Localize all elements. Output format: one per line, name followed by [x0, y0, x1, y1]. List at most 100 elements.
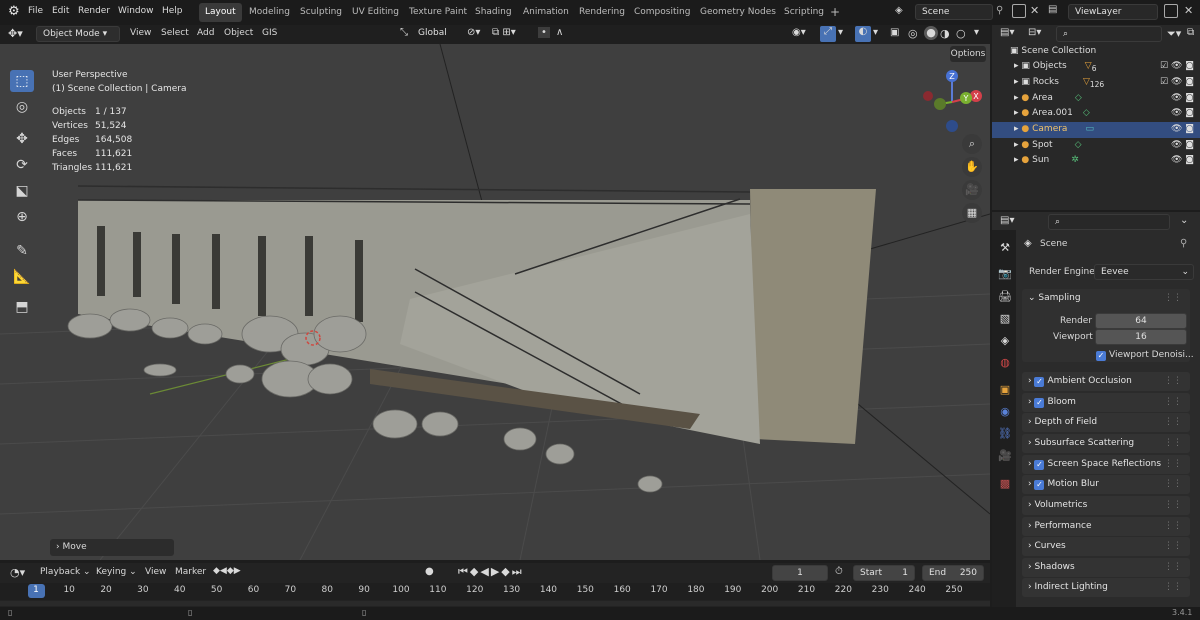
pin-icon[interactable]: ⚲	[996, 5, 1003, 16]
transform-tool[interactable]: ⊕	[10, 206, 34, 228]
sampling-title[interactable]: Sampling	[1038, 293, 1080, 303]
menu-marker[interactable]: Marker	[175, 567, 206, 577]
panel-shadows[interactable]: › Shadows ⋮⋮	[1022, 558, 1190, 577]
panel-bloom[interactable]: › ✓ Bloom ⋮⋮	[1022, 393, 1190, 412]
tab-geometry-nodes[interactable]: Geometry Nodes	[694, 3, 782, 22]
solid-shading-icon[interactable]: ●	[924, 26, 938, 40]
tab-sculpting[interactable]: Sculpting	[294, 3, 348, 22]
view-layer-selector[interactable]: ViewLayer	[1068, 4, 1158, 20]
outliner-row-rocks[interactable]: ▸ ▣ Rocks ▽126 ☑ 👁 ◙	[992, 75, 1200, 91]
new-view-layer-icon[interactable]	[1164, 4, 1178, 18]
viewport-samples-field[interactable]: 16	[1095, 329, 1187, 345]
panel-subsurface-scattering[interactable]: › Subsurface Scattering ⋮⋮	[1022, 434, 1190, 453]
scene-tab-icon[interactable]: ◈	[998, 334, 1012, 348]
texture-tab-icon[interactable]: ▩	[998, 477, 1012, 491]
panel-depth-of-field[interactable]: › Depth of Field ⋮⋮	[1022, 413, 1190, 432]
menu-window[interactable]: Window	[118, 6, 154, 16]
annotate-tool[interactable]: ✎	[10, 240, 34, 262]
tab-rendering[interactable]: Rendering	[573, 3, 631, 22]
xray-icon[interactable]: ▣	[890, 27, 899, 38]
rotate-tool[interactable]: ⟳	[10, 154, 34, 176]
keyframe-nav-icon[interactable]: ◆◀◆▶	[213, 566, 241, 576]
pan-hand-icon[interactable]: ✋	[962, 157, 982, 177]
cursor-tool[interactable]: ◎	[10, 96, 34, 118]
visibility-icons[interactable]: 👁 ◙	[1171, 106, 1194, 122]
proportional-edit-icon[interactable]: •	[538, 27, 550, 38]
scene-selector[interactable]: Scene	[915, 4, 993, 20]
menu-edit[interactable]: Edit	[52, 6, 69, 16]
menu-file[interactable]: File	[28, 6, 43, 16]
drag-handle-icon[interactable]: ⋮⋮	[1164, 413, 1182, 432]
pivot-icon[interactable]: ⊘▾	[467, 27, 480, 38]
drag-handle-icon[interactable]: ⋮⋮	[1164, 289, 1182, 308]
output-tab-icon[interactable]: 🖨	[998, 290, 1012, 304]
physics-tab-icon[interactable]: ◉	[998, 405, 1012, 419]
panel-performance[interactable]: › Performance ⋮⋮	[1022, 517, 1190, 536]
falloff-icon[interactable]: ∧	[556, 27, 563, 38]
camera-view-icon[interactable]: 🎥	[962, 180, 982, 200]
menu-object[interactable]: Object	[224, 28, 253, 38]
properties-search-input[interactable]: ⌕	[1048, 214, 1170, 230]
menu-help[interactable]: Help	[162, 6, 183, 16]
tab-scripting[interactable]: Scripting	[778, 3, 830, 22]
tool-tab-icon[interactable]: ⚒	[998, 241, 1012, 255]
stopwatch-icon[interactable]: ⏱	[835, 566, 843, 577]
drag-handle-icon[interactable]: ⋮⋮	[1164, 455, 1182, 474]
viewport-denoise-checkbox[interactable]: ✓ Viewport Denoisi...	[1096, 350, 1194, 361]
tab-uv-editing[interactable]: UV Editing	[346, 3, 405, 22]
outliner-search-input[interactable]: ⌕	[1056, 26, 1162, 42]
properties-editor-icon[interactable]: ▤▾	[1000, 215, 1014, 226]
drag-handle-icon[interactable]: ⋮⋮	[1164, 496, 1182, 515]
blender-logo-icon[interactable]: ⚙	[8, 4, 20, 19]
menu-view[interactable]: View	[130, 28, 151, 38]
view-layer-tab-icon[interactable]: ▧	[998, 312, 1012, 326]
checkbox[interactable]: ✓	[1034, 377, 1045, 387]
record-icon[interactable]: ●	[425, 566, 434, 577]
visibility-icons[interactable]: ☑ 👁 ◙	[1160, 59, 1194, 75]
delete-scene-icon[interactable]: ✕	[1030, 4, 1039, 17]
panel-indirect-lighting[interactable]: › Indirect Lighting ⋮⋮	[1022, 578, 1190, 597]
drag-handle-icon[interactable]: ⋮⋮	[1164, 578, 1182, 597]
tab-shading[interactable]: Shading	[469, 3, 518, 22]
object-data-tab-icon[interactable]: 🎥	[998, 449, 1012, 463]
outliner-row-area-001[interactable]: ▸ ● Area.001 ◇ 👁 ◙	[992, 106, 1200, 122]
drag-handle-icon[interactable]: ⋮⋮	[1164, 558, 1182, 577]
timeline-editor-icon[interactable]: ◔▾	[10, 566, 25, 579]
new-scene-icon[interactable]	[1012, 4, 1026, 18]
visibility-icon[interactable]: ◉▾	[792, 27, 806, 38]
panel-curves[interactable]: › Curves ⋮⋮	[1022, 537, 1190, 556]
add-cube-tool[interactable]: ⬒	[10, 296, 34, 318]
chevron-down-icon[interactable]: ⌄	[1028, 293, 1036, 303]
menu-add[interactable]: Add	[197, 28, 214, 38]
scale-tool[interactable]: ⬕	[10, 180, 34, 202]
visibility-icons[interactable]: 👁 ◙	[1171, 91, 1194, 107]
drag-handle-icon[interactable]: ⋮⋮	[1164, 372, 1182, 391]
end-frame-field[interactable]: End 250	[922, 565, 984, 581]
zoom-icon[interactable]: ⌕	[962, 134, 982, 154]
tab-texture-paint[interactable]: Texture Paint	[403, 3, 473, 22]
delete-view-layer-icon[interactable]: ✕	[1184, 4, 1193, 17]
navigation-gizmo[interactable]: Z X Y	[918, 66, 984, 134]
visibility-icons[interactable]: 👁 ◙	[1171, 138, 1194, 154]
snap-icon[interactable]: ⧉ ⊞▾	[492, 27, 516, 38]
outliner-row-scene-collection[interactable]: ▣ Scene Collection	[992, 44, 1200, 60]
tab-layout[interactable]: Layout	[199, 3, 242, 22]
gizmo-toggle-icon[interactable]: ⤢	[820, 26, 836, 42]
3d-viewport[interactable]: ⬚ ◎ ✥ ⟳ ⬕ ⊕ ✎ 📐 ⬒ User Perspective (1) S…	[0, 44, 990, 560]
outliner-row-spot[interactable]: ▸ ● Spot ◇ 👁 ◙	[992, 138, 1200, 154]
perspective-grid-icon[interactable]: ▦	[962, 203, 982, 223]
menu-select[interactable]: Select	[161, 28, 189, 38]
add-workspace-button[interactable]: +	[830, 5, 840, 19]
tab-compositing[interactable]: Compositing	[628, 3, 696, 22]
render-samples-field[interactable]: 64	[1095, 313, 1187, 329]
visibility-icons[interactable]: ☑ 👁 ◙	[1160, 75, 1194, 91]
properties-options-icon[interactable]: ⌄	[1180, 215, 1188, 226]
outliner-row-sun[interactable]: ▸ ● Sun ✲ 👁 ◙	[992, 153, 1200, 169]
options-dropdown[interactable]: Options	[950, 46, 986, 62]
drag-handle-icon[interactable]: ⋮⋮	[1164, 537, 1182, 556]
filter-icon[interactable]: ⏷▾	[1167, 27, 1181, 41]
transform-orientation-icon[interactable]: ⤡	[400, 27, 408, 38]
visibility-icons[interactable]: 👁 ◙	[1171, 122, 1194, 138]
checkbox[interactable]: ✓	[1034, 398, 1045, 408]
outliner-row-objects[interactable]: ▸ ▣ Objects ▽6 ☑ 👁 ◙	[992, 59, 1200, 75]
